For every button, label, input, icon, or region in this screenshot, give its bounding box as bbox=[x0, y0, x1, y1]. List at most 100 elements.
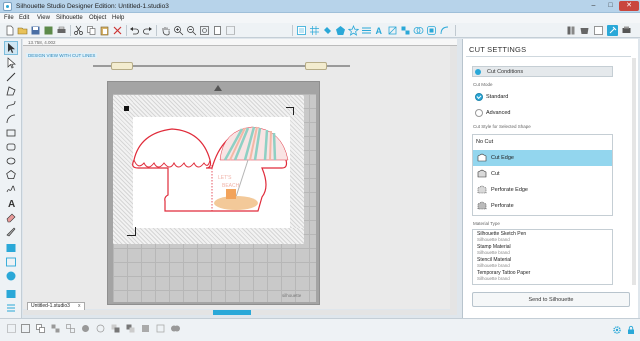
menu-object[interactable]: Object bbox=[89, 15, 106, 21]
style-no-cut[interactable]: No Cut bbox=[476, 139, 493, 145]
document-tab-close-button[interactable]: x bbox=[78, 303, 81, 309]
eraser-tool-icon[interactable] bbox=[5, 211, 17, 223]
copy-icon[interactable] bbox=[86, 25, 97, 36]
cut-conditions-header[interactable]: Cut Conditions bbox=[472, 66, 613, 77]
menu-view[interactable]: View bbox=[37, 15, 50, 21]
material-item[interactable]: Stencil Material Silhouette brand bbox=[477, 257, 511, 268]
undo-icon[interactable] bbox=[129, 25, 140, 36]
duplicate-icon[interactable] bbox=[35, 323, 46, 334]
material-item[interactable]: Silhouette Sketch Pen Silhouette brand bbox=[477, 231, 526, 242]
text-style-icon[interactable]: A bbox=[374, 25, 385, 36]
online-store-icon[interactable] bbox=[579, 25, 590, 36]
menu-file[interactable]: File bbox=[4, 15, 14, 21]
delete-icon[interactable] bbox=[112, 25, 123, 36]
freehand-tool-icon[interactable] bbox=[5, 183, 17, 195]
transform-icon[interactable] bbox=[387, 25, 398, 36]
menu-edit[interactable]: Edit bbox=[19, 15, 29, 21]
replicate-icon[interactable] bbox=[400, 25, 411, 36]
new-document-icon[interactable] bbox=[4, 25, 15, 36]
lock-icon[interactable] bbox=[626, 325, 636, 335]
effects-icon[interactable] bbox=[348, 25, 359, 36]
select-all-icon[interactable] bbox=[6, 323, 17, 334]
design-store-icon[interactable] bbox=[5, 288, 17, 300]
style-cut-edge[interactable]: Cut Edge bbox=[473, 150, 612, 166]
style-cut[interactable]: Cut bbox=[473, 166, 612, 182]
settings-gear-icon[interactable] bbox=[612, 325, 622, 335]
grid-icon[interactable] bbox=[309, 25, 320, 36]
zoom-in-icon[interactable] bbox=[173, 25, 184, 36]
ungroup-icon[interactable] bbox=[65, 323, 76, 334]
curve-tool-icon[interactable] bbox=[5, 99, 17, 111]
close-button[interactable]: ✕ bbox=[619, 1, 639, 11]
paste-icon[interactable] bbox=[99, 25, 110, 36]
text-tool-icon[interactable]: A bbox=[5, 197, 17, 209]
print-icon[interactable] bbox=[56, 25, 67, 36]
perforate-icon bbox=[477, 201, 487, 211]
horizontal-scroll-thumb[interactable] bbox=[213, 310, 251, 315]
line-style-icon[interactable] bbox=[361, 25, 372, 36]
standard-radio[interactable] bbox=[475, 93, 483, 101]
zoom-page-icon[interactable] bbox=[212, 25, 223, 36]
style-perforate[interactable]: Perforate bbox=[473, 198, 612, 214]
menu-help[interactable]: Help bbox=[112, 15, 124, 21]
vertical-scrollbar[interactable] bbox=[450, 46, 457, 310]
style-perforate-edge[interactable]: Perforate Edge bbox=[473, 182, 612, 198]
polygon-tool-icon[interactable] bbox=[5, 85, 17, 97]
panel-scrollbar[interactable] bbox=[632, 58, 636, 285]
select-arrow-icon[interactable] bbox=[4, 41, 18, 55]
toolbar: A bbox=[0, 23, 640, 38]
beach-card-design[interactable]: LET'S BEACH bbox=[130, 115, 300, 215]
group-icon[interactable] bbox=[50, 323, 61, 334]
zoom-out-icon[interactable] bbox=[186, 25, 197, 36]
menu-silhouette[interactable]: Silhouette bbox=[56, 15, 83, 21]
rounded-rectangle-tool-icon[interactable] bbox=[5, 141, 17, 153]
shape-icon[interactable] bbox=[335, 25, 346, 36]
knife-tool-icon[interactable] bbox=[5, 225, 17, 237]
redo-icon[interactable] bbox=[142, 25, 153, 36]
cut-icon[interactable] bbox=[73, 25, 84, 36]
svg-text:A: A bbox=[376, 26, 383, 36]
make-compound-path-icon[interactable] bbox=[80, 323, 91, 334]
rectangle-tool-icon[interactable] bbox=[5, 127, 17, 139]
weld-icon[interactable] bbox=[170, 323, 181, 334]
send-to-back-icon[interactable] bbox=[125, 323, 136, 334]
fill-color-icon[interactable] bbox=[322, 25, 333, 36]
store-globe-icon[interactable] bbox=[5, 270, 17, 282]
cut-settings-icon[interactable] bbox=[607, 25, 618, 36]
offset-icon[interactable] bbox=[426, 25, 437, 36]
send-backward-icon[interactable] bbox=[155, 323, 166, 334]
open-folder-icon[interactable] bbox=[17, 25, 28, 36]
document-tab[interactable]: Untitled-1.studio3 bbox=[27, 302, 85, 310]
modify-icon[interactable] bbox=[413, 25, 424, 36]
zoom-selection-icon[interactable] bbox=[225, 25, 236, 36]
library-icon-bottom[interactable] bbox=[5, 302, 17, 314]
save-icon[interactable] bbox=[30, 25, 41, 36]
page-setup-icon[interactable] bbox=[296, 25, 307, 36]
maximize-button[interactable]: □ bbox=[602, 1, 619, 11]
send-to-silhouette-button[interactable]: Send to Silhouette bbox=[472, 292, 630, 307]
trace-icon[interactable] bbox=[439, 25, 450, 36]
arc-tool-icon[interactable] bbox=[5, 113, 17, 125]
material-item[interactable]: Temporary Tattoo Paper Silhouette brand bbox=[477, 270, 530, 281]
advanced-radio[interactable] bbox=[475, 109, 483, 117]
pan-hand-icon[interactable] bbox=[160, 25, 171, 36]
deselect-icon[interactable] bbox=[20, 323, 31, 334]
ellipse-tool-icon[interactable] bbox=[5, 155, 17, 167]
library-icon[interactable] bbox=[566, 25, 577, 36]
collapse-icon[interactable] bbox=[475, 69, 481, 75]
page-view-icon[interactable] bbox=[5, 242, 17, 254]
design-mode-icon[interactable] bbox=[593, 25, 604, 36]
edit-points-icon[interactable] bbox=[5, 57, 17, 69]
line-tool-icon[interactable] bbox=[5, 71, 17, 83]
minimize-button[interactable]: – bbox=[585, 1, 602, 11]
zoom-fit-icon[interactable] bbox=[199, 25, 210, 36]
bring-forward-icon[interactable] bbox=[140, 323, 151, 334]
bring-to-front-icon[interactable] bbox=[110, 323, 121, 334]
roller-pin-right bbox=[305, 62, 327, 70]
save-library-icon[interactable] bbox=[43, 25, 54, 36]
material-item[interactable]: Stamp Material Silhouette brand bbox=[477, 244, 511, 255]
library-view-icon[interactable] bbox=[5, 256, 17, 268]
polygon-shape-tool-icon[interactable] bbox=[5, 169, 17, 181]
release-compound-path-icon[interactable] bbox=[95, 323, 106, 334]
send-to-silhouette-icon[interactable] bbox=[621, 25, 632, 36]
